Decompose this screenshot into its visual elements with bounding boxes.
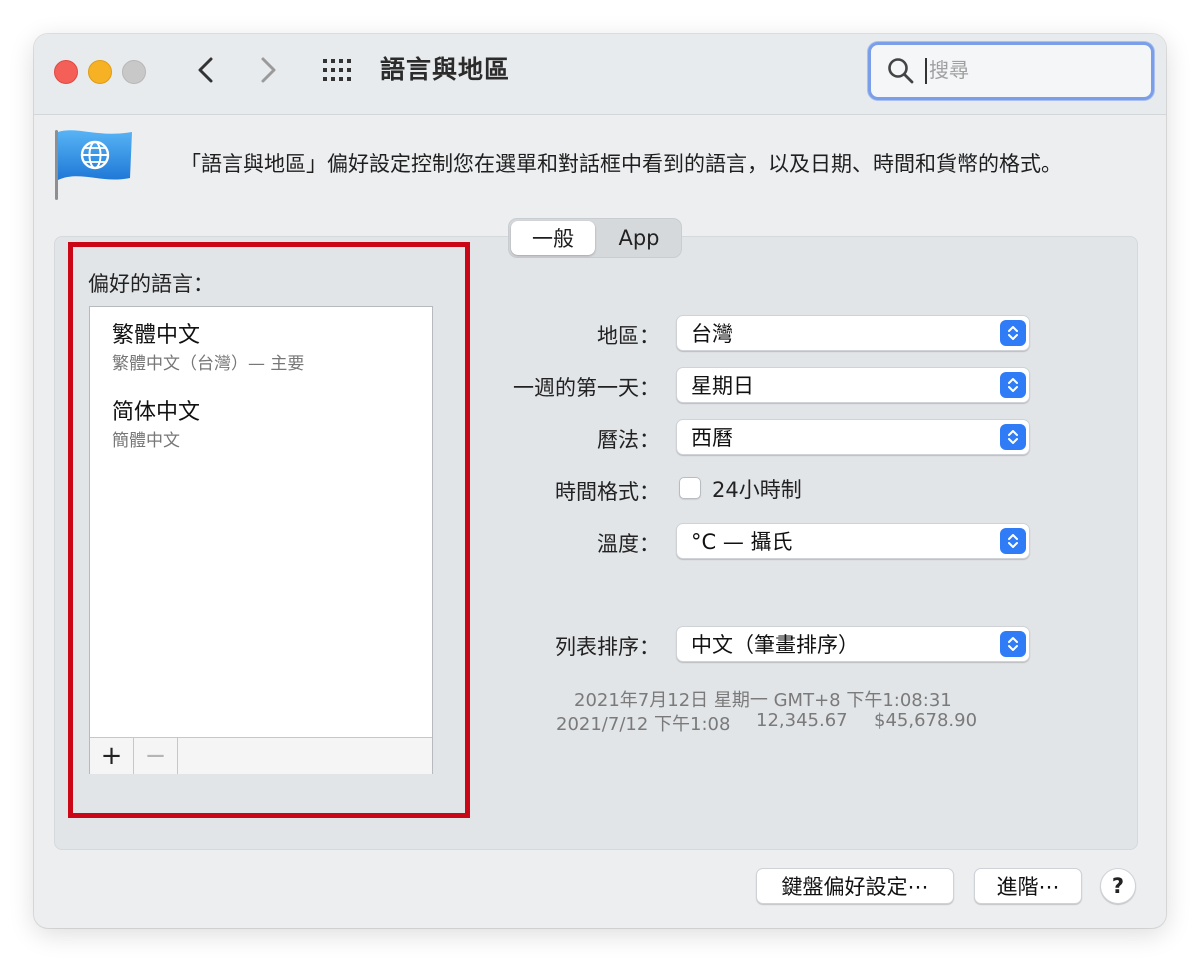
24-hour-checkbox[interactable]	[679, 477, 701, 499]
region-popup[interactable]: 台灣	[676, 315, 1030, 351]
sample-currency: $45,678.90	[874, 710, 978, 731]
first-day-popup[interactable]: 星期日	[676, 367, 1030, 403]
up-down-chevron-icon	[1000, 320, 1026, 346]
sample-date-long: 2021年7月12日 星期一 GMT+8 下午1:08:31	[574, 690, 952, 711]
tab-app[interactable]: App	[599, 219, 679, 257]
minimize-window-button[interactable]	[88, 60, 112, 84]
tab-general[interactable]: 一般	[511, 221, 595, 255]
zoom-window-button[interactable]	[122, 60, 146, 84]
text-cursor	[925, 58, 927, 84]
preferred-languages-title: 偏好的語言：	[88, 272, 214, 296]
globe-flag-icon	[52, 128, 136, 202]
tab-bar: 一般 App	[508, 218, 682, 258]
up-down-chevron-icon	[1000, 528, 1026, 554]
first-day-label: 一週的第一天：	[513, 376, 660, 400]
first-day-value: 星期日	[691, 374, 754, 398]
close-window-button[interactable]	[54, 60, 78, 84]
region-value: 台灣	[691, 322, 733, 346]
language-detail: 繁體中文（台灣）— 主要	[112, 354, 305, 374]
add-language-button[interactable]: +	[90, 738, 134, 774]
list-toolbar: + −	[90, 737, 432, 774]
language-name[interactable]: 繁體中文	[112, 317, 200, 349]
pane-description: 「語言與地區」偏好設定控制您在選單和對話框中看到的語言，以及日期、時間和貨幣的格…	[180, 152, 1062, 176]
remove-language-button[interactable]: −	[134, 738, 178, 774]
sample-date-short: 2021/7/12 下午1:08	[556, 714, 731, 735]
language-detail: 簡體中文	[112, 431, 180, 451]
sample-number: 12,345.67	[756, 710, 848, 731]
language-name[interactable]: 简体中文	[112, 394, 200, 426]
preferences-window: 語言與地區 「語言與地區」偏好設定控制您在選單和對話框中看到的語言，以及日期、時…	[34, 34, 1166, 928]
calendar-value: 西曆	[691, 426, 733, 450]
chevron-left-icon[interactable]	[190, 54, 222, 86]
chevron-right-icon[interactable]	[252, 54, 284, 86]
search-input[interactable]	[929, 54, 1129, 86]
list-sort-label: 列表排序：	[555, 635, 660, 659]
time-format-label: 時間格式：	[555, 480, 660, 504]
advanced-button[interactable]: 進階⋯	[974, 868, 1082, 904]
up-down-chevron-icon	[1000, 372, 1026, 398]
grid-icon[interactable]	[320, 53, 356, 87]
search-field[interactable]	[868, 42, 1154, 100]
help-button[interactable]: ?	[1100, 868, 1136, 904]
up-down-chevron-icon	[1000, 424, 1026, 450]
temperature-value: °C — 攝氏	[691, 530, 793, 554]
list-sort-popup[interactable]: 中文（筆畫排序）	[676, 626, 1030, 662]
keyboard-preferences-button[interactable]: 鍵盤偏好設定⋯	[756, 868, 954, 904]
region-label: 地區：	[597, 324, 660, 348]
up-down-chevron-icon	[1000, 631, 1026, 657]
title-bar: 語言與地區	[34, 34, 1166, 115]
24-hour-checkbox-label[interactable]: 24小時制	[712, 474, 802, 504]
calendar-label: 曆法：	[597, 428, 660, 452]
list-sort-value: 中文（筆畫排序）	[691, 633, 859, 657]
search-icon	[887, 57, 915, 89]
calendar-popup[interactable]: 西曆	[676, 419, 1030, 455]
temperature-label: 溫度：	[597, 532, 660, 556]
temperature-popup[interactable]: °C — 攝氏	[676, 523, 1030, 559]
window-title: 語言與地區	[380, 55, 511, 84]
